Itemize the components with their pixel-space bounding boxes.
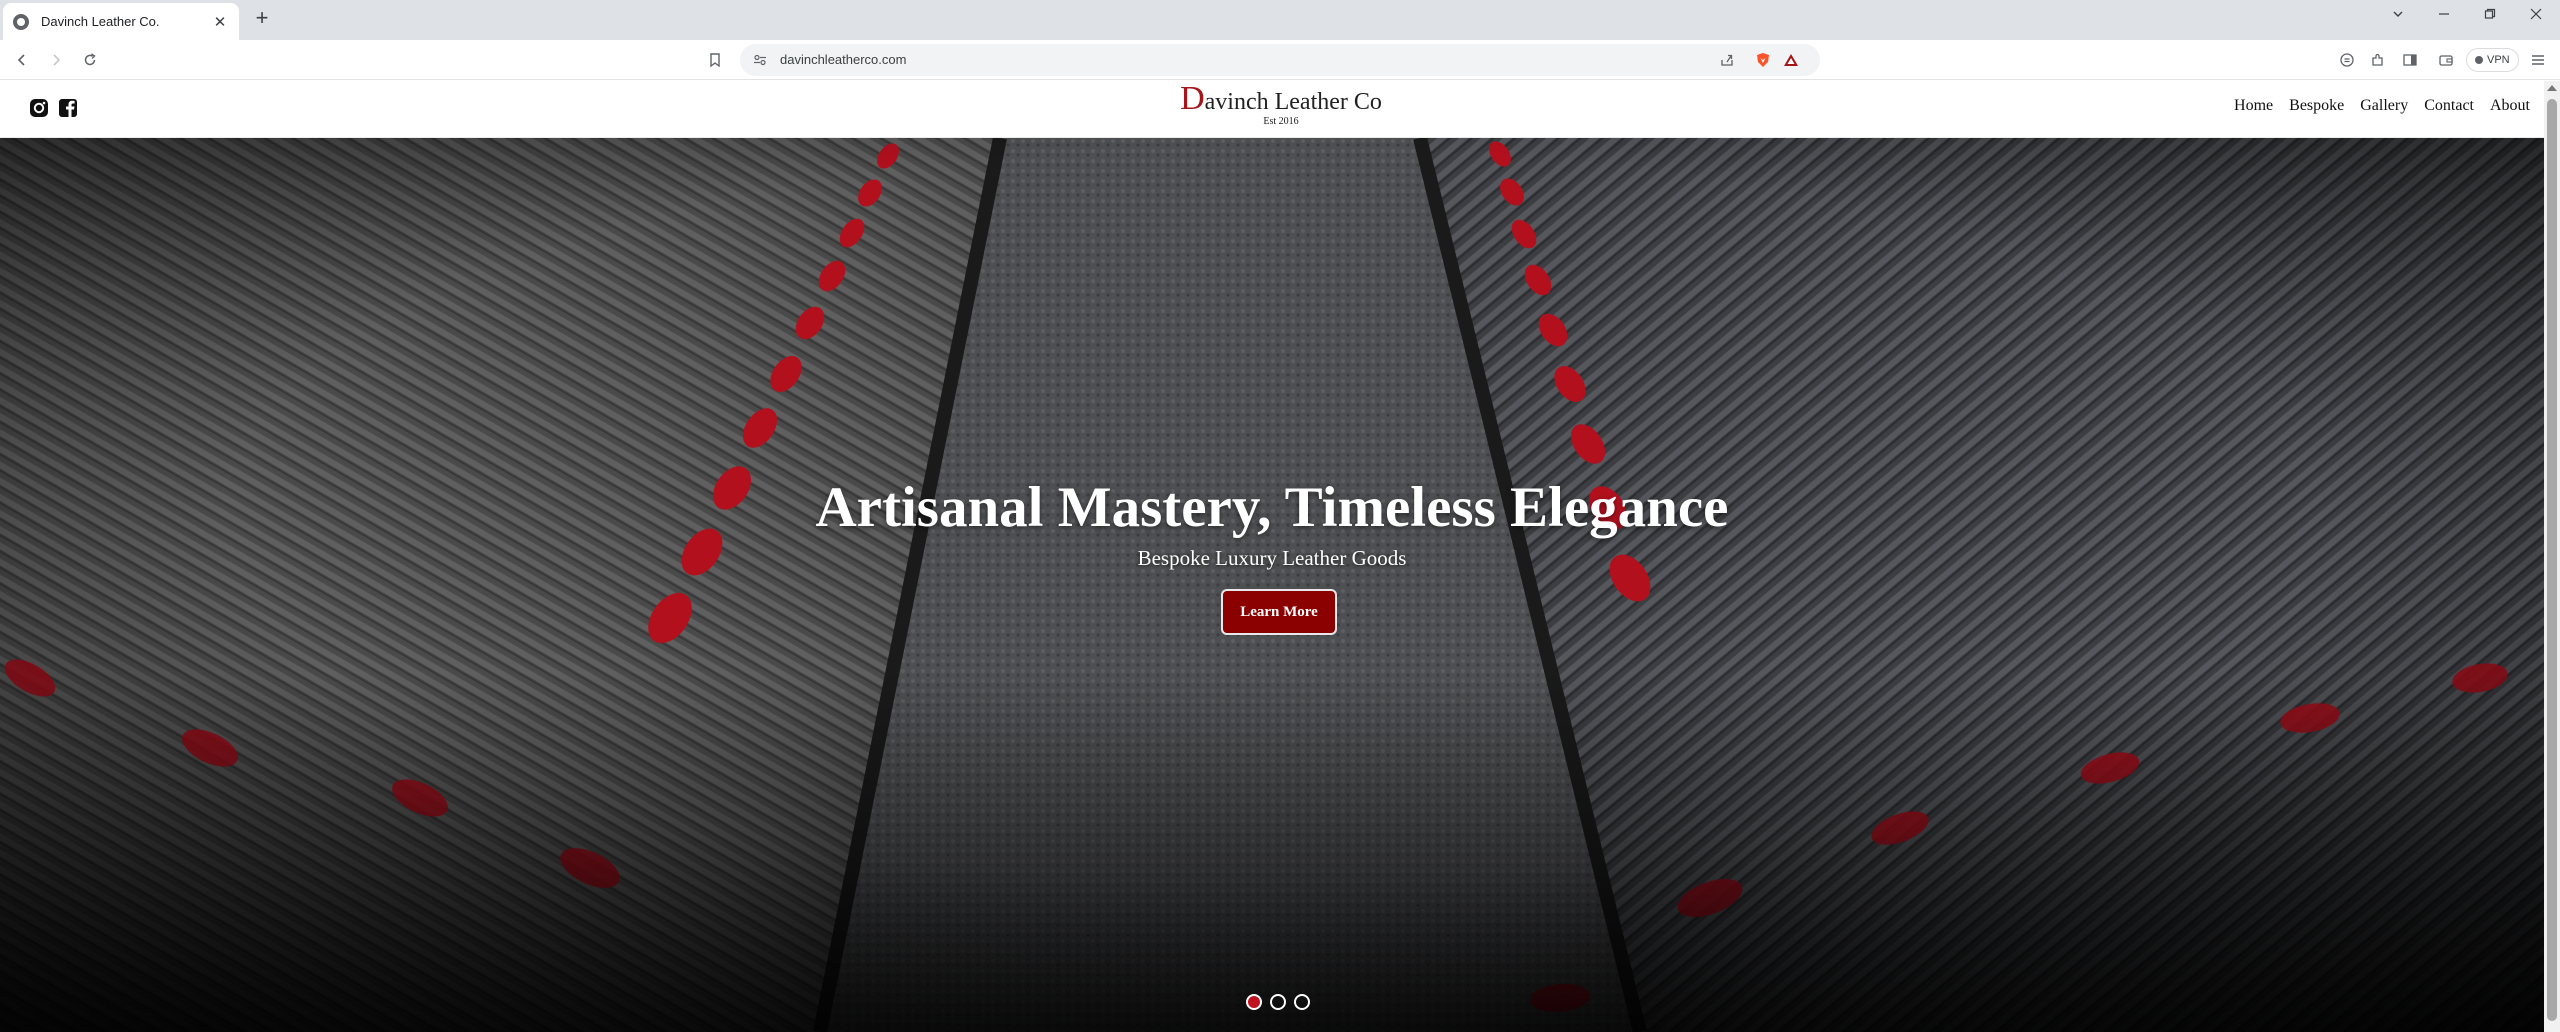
brave-rewards-icon[interactable] — [1783, 52, 1799, 68]
nav-gallery[interactable]: Gallery — [2360, 97, 2408, 115]
forward-icon[interactable] — [44, 48, 68, 72]
main-nav: Home Bespoke Gallery Contact About — [2234, 97, 2530, 115]
slide-dot-1[interactable] — [1246, 994, 1262, 1010]
brand-established: Est 2016 — [1263, 116, 1299, 127]
facebook-icon[interactable] — [57, 97, 79, 119]
site-settings-icon[interactable] — [752, 52, 768, 68]
address-bar[interactable]: davinchleatherco.com — [740, 44, 1820, 76]
page-scrollbar[interactable] — [2544, 81, 2560, 1032]
close-window-icon[interactable] — [2514, 0, 2558, 28]
browser-tab[interactable]: Davinch Leather Co. ✕ — [3, 3, 239, 40]
extensions-icon[interactable] — [2369, 51, 2387, 69]
hero-slider: Artisanal Mastery, Timeless Elegance Bes… — [0, 138, 2544, 1032]
vpn-label: VPN — [2487, 54, 2510, 66]
site-logo[interactable]: Davinch Leather Co Est 2016 — [1178, 82, 1384, 128]
site-header: Davinch Leather Co Est 2016 Home Bespoke… — [0, 81, 2544, 138]
scrollbar-thumb[interactable] — [2547, 99, 2557, 1021]
nav-bespoke[interactable]: Bespoke — [2289, 97, 2344, 115]
close-tab-icon[interactable]: ✕ — [211, 13, 229, 31]
hero-background-image — [0, 138, 2544, 1032]
instagram-icon[interactable] — [28, 97, 50, 119]
sidebar-icon[interactable] — [2401, 51, 2419, 69]
brand-initial: D — [1180, 80, 1205, 117]
globe-icon — [13, 13, 29, 30]
share-icon[interactable] — [1719, 52, 1735, 68]
vpn-button[interactable]: VPN — [2466, 48, 2519, 72]
browser-toolbar: davinchleatherco.com VPN — [0, 40, 2560, 80]
nav-about[interactable]: About — [2490, 97, 2530, 115]
wallet-icon[interactable] — [2437, 51, 2455, 69]
vpn-status-icon — [2475, 56, 2483, 64]
back-icon[interactable] — [10, 48, 34, 72]
new-tab-button[interactable]: + — [249, 6, 275, 32]
brand-rest: avinch Leather Co — [1204, 89, 1382, 115]
brave-shields-icon[interactable] — [1755, 52, 1771, 68]
menu-icon[interactable] — [2529, 51, 2547, 69]
nav-home[interactable]: Home — [2234, 97, 2273, 115]
tab-title: Davinch Leather Co. — [41, 14, 160, 29]
hero-subtitle: Bespoke Luxury Leather Goods — [1137, 546, 1407, 570]
slide-dot-3[interactable] — [1294, 994, 1310, 1010]
reload-icon[interactable] — [78, 48, 102, 72]
bookmark-icon[interactable] — [706, 51, 724, 69]
learn-more-button[interactable]: Learn More — [1221, 589, 1337, 635]
tab-search-icon[interactable] — [2376, 0, 2420, 28]
nav-contact[interactable]: Contact — [2424, 97, 2474, 115]
scroll-up-icon[interactable] — [2547, 85, 2557, 91]
restore-icon[interactable] — [2468, 0, 2512, 28]
hero-title: Artisanal Mastery, Timeless Elegance — [815, 476, 1729, 539]
minimize-icon[interactable] — [2422, 0, 2466, 28]
slide-dot-2[interactable] — [1270, 994, 1286, 1010]
tab-strip: Davinch Leather Co. ✕ + — [0, 0, 2560, 40]
slide-indicators — [1246, 994, 1310, 1010]
url-text[interactable]: davinchleatherco.com — [780, 52, 906, 67]
wallet-connect-icon[interactable] — [2338, 51, 2356, 69]
brand-name: Davinch Leather Co — [1180, 82, 1382, 116]
